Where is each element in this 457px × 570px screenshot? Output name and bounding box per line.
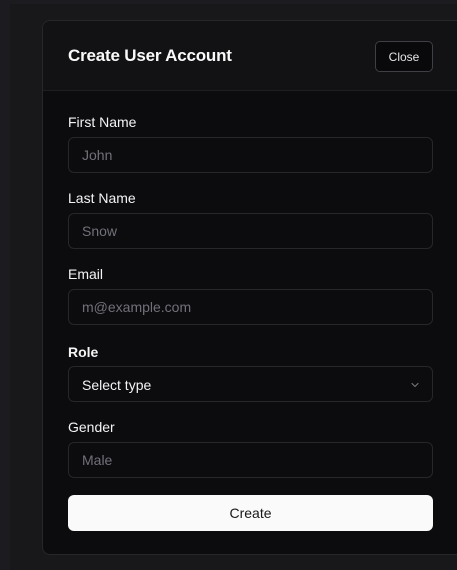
backdrop-strip-top xyxy=(0,0,457,4)
close-button[interactable]: Close xyxy=(375,41,433,72)
role-select-value: Select type xyxy=(82,377,152,393)
last-name-input[interactable] xyxy=(68,213,433,249)
gender-input[interactable] xyxy=(68,442,433,478)
email-label: Email xyxy=(68,266,104,282)
create-button[interactable]: Create xyxy=(68,495,433,531)
role-label: Role xyxy=(68,344,99,360)
backdrop-strip-left xyxy=(0,0,10,570)
dialog-title: Create User Account xyxy=(68,46,232,65)
email-input[interactable] xyxy=(68,289,433,325)
dialog-header: Create User Account Close xyxy=(43,21,457,91)
first-name-input[interactable] xyxy=(68,137,433,173)
create-user-dialog: Create User Account Close First Name Las… xyxy=(42,20,457,555)
chevron-down-icon xyxy=(411,382,419,388)
role-select[interactable]: Select type xyxy=(68,366,433,402)
gender-label: Gender xyxy=(68,419,115,435)
last-name-label: Last Name xyxy=(68,190,136,206)
first-name-label: First Name xyxy=(68,114,137,130)
